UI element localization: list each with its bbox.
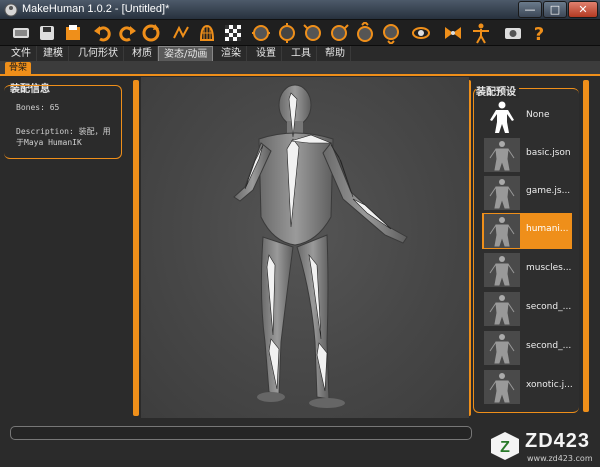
smooth-icon[interactable] xyxy=(196,22,218,44)
load-icon[interactable] xyxy=(62,22,84,44)
preset-item-xonotic[interactable]: xonotic.j... xyxy=(482,369,573,405)
progress-bar xyxy=(10,426,472,440)
tab-geometry[interactable]: 几何形状 xyxy=(73,46,124,61)
presets-panel: None basic.json game.js... humani... mus… xyxy=(473,88,579,413)
bones-count: Bones: 65 xyxy=(16,103,60,112)
wireframe-icon[interactable] xyxy=(170,22,192,44)
preset-label: basic.json xyxy=(526,148,571,158)
tab-settings[interactable]: 设置 xyxy=(251,46,282,61)
figure-white-icon xyxy=(490,101,514,133)
redo-icon[interactable] xyxy=(116,22,138,44)
preset-label: second_... xyxy=(526,341,572,351)
global-camera-icon[interactable] xyxy=(410,22,432,44)
save-icon[interactable] xyxy=(36,22,58,44)
left-view-icon[interactable] xyxy=(302,22,324,44)
tab-rendering[interactable]: 渲染 xyxy=(216,46,247,61)
rig-thumbnail-icon xyxy=(484,370,520,404)
rig-description: Description: 装配，用于Maya HumanIK xyxy=(16,127,111,147)
preset-label: muscles... xyxy=(526,263,572,273)
rig-thumbnail-icon xyxy=(484,138,520,172)
preset-label: xonotic.j... xyxy=(526,380,573,390)
sub-tab-bar: 骨架 xyxy=(0,61,600,76)
maximize-button[interactable]: □ xyxy=(543,1,567,18)
back-view-icon[interactable] xyxy=(276,22,298,44)
preset-label: humani... xyxy=(526,224,569,234)
pose-icon[interactable] xyxy=(470,22,492,44)
reset-icon[interactable] xyxy=(140,22,162,44)
preset-label: None xyxy=(526,110,550,120)
preset-item-basic[interactable]: basic.json xyxy=(482,137,571,173)
new-icon[interactable] xyxy=(10,22,32,44)
watermark-logo-icon: Z xyxy=(491,432,519,460)
front-view-icon[interactable] xyxy=(250,22,272,44)
preset-item-second-1[interactable]: second_... xyxy=(482,291,572,327)
symmetry-icon[interactable] xyxy=(442,22,464,44)
tab-file[interactable]: 文件 xyxy=(6,46,37,61)
preset-item-none[interactable]: None xyxy=(482,99,570,135)
human-model xyxy=(233,84,408,408)
rig-thumbnail-icon xyxy=(484,176,520,210)
tab-skeleton[interactable]: 骨架 xyxy=(5,62,32,75)
tab-modelling[interactable]: 建模 xyxy=(38,46,69,61)
tab-help[interactable]: 帮助 xyxy=(320,46,351,61)
preset-item-muscles[interactable]: muscles... xyxy=(482,252,572,288)
rig-thumbnail-icon xyxy=(484,253,520,287)
window-title: MakeHuman 1.0.2 - [Untitled]* xyxy=(22,3,170,15)
tab-material[interactable]: 材质 xyxy=(127,46,158,61)
undo-icon[interactable] xyxy=(92,22,114,44)
rig-info-panel: Bones: 65 Description: 装配，用于Maya HumanIK xyxy=(4,85,122,159)
help-icon[interactable]: ? xyxy=(528,22,550,45)
top-view-icon[interactable] xyxy=(354,20,376,44)
app-logo-icon xyxy=(4,3,18,17)
preset-label: second_... xyxy=(526,302,572,312)
preset-item-humanik-selected[interactable]: humani... xyxy=(482,213,572,249)
title-bar: MakeHuman 1.0.2 - [Untitled]* — □ ✕ xyxy=(0,0,600,20)
rig-thumbnail-icon xyxy=(484,292,520,326)
svg-text:?: ? xyxy=(534,24,544,44)
close-button[interactable]: ✕ xyxy=(568,1,598,18)
presets-scrollbar[interactable] xyxy=(583,80,589,412)
menu-bar: 文件 建模 几何形状 材质 姿态/动画 渲染 设置 工具 帮助 xyxy=(0,46,600,61)
presets-title: 装配预设 xyxy=(476,83,519,98)
left-slider[interactable] xyxy=(133,80,139,416)
svg-text:Z: Z xyxy=(500,439,510,456)
rig-thumbnail-icon xyxy=(484,331,520,365)
watermark-text: ZD423 xyxy=(525,430,591,452)
preset-label: game.js... xyxy=(526,186,571,196)
screenshot-icon[interactable] xyxy=(502,22,524,44)
watermark: Z ZD423 www.zd423.com xyxy=(487,428,599,467)
preset-item-game[interactable]: game.js... xyxy=(482,175,570,211)
preset-item-second-2[interactable]: second_... xyxy=(482,330,572,366)
minimize-button[interactable]: — xyxy=(518,1,542,18)
background-icon[interactable] xyxy=(222,22,244,44)
right-view-icon[interactable] xyxy=(328,22,350,44)
bottom-view-icon[interactable] xyxy=(380,22,402,46)
rig-thumbnail-icon xyxy=(484,214,520,248)
watermark-url: www.zd423.com xyxy=(527,454,593,463)
3d-viewport[interactable] xyxy=(141,77,469,418)
tab-pose-animate[interactable]: 姿态/动画 xyxy=(158,46,214,61)
tab-utilities[interactable]: 工具 xyxy=(286,46,317,61)
toolbar: ? xyxy=(0,20,600,46)
